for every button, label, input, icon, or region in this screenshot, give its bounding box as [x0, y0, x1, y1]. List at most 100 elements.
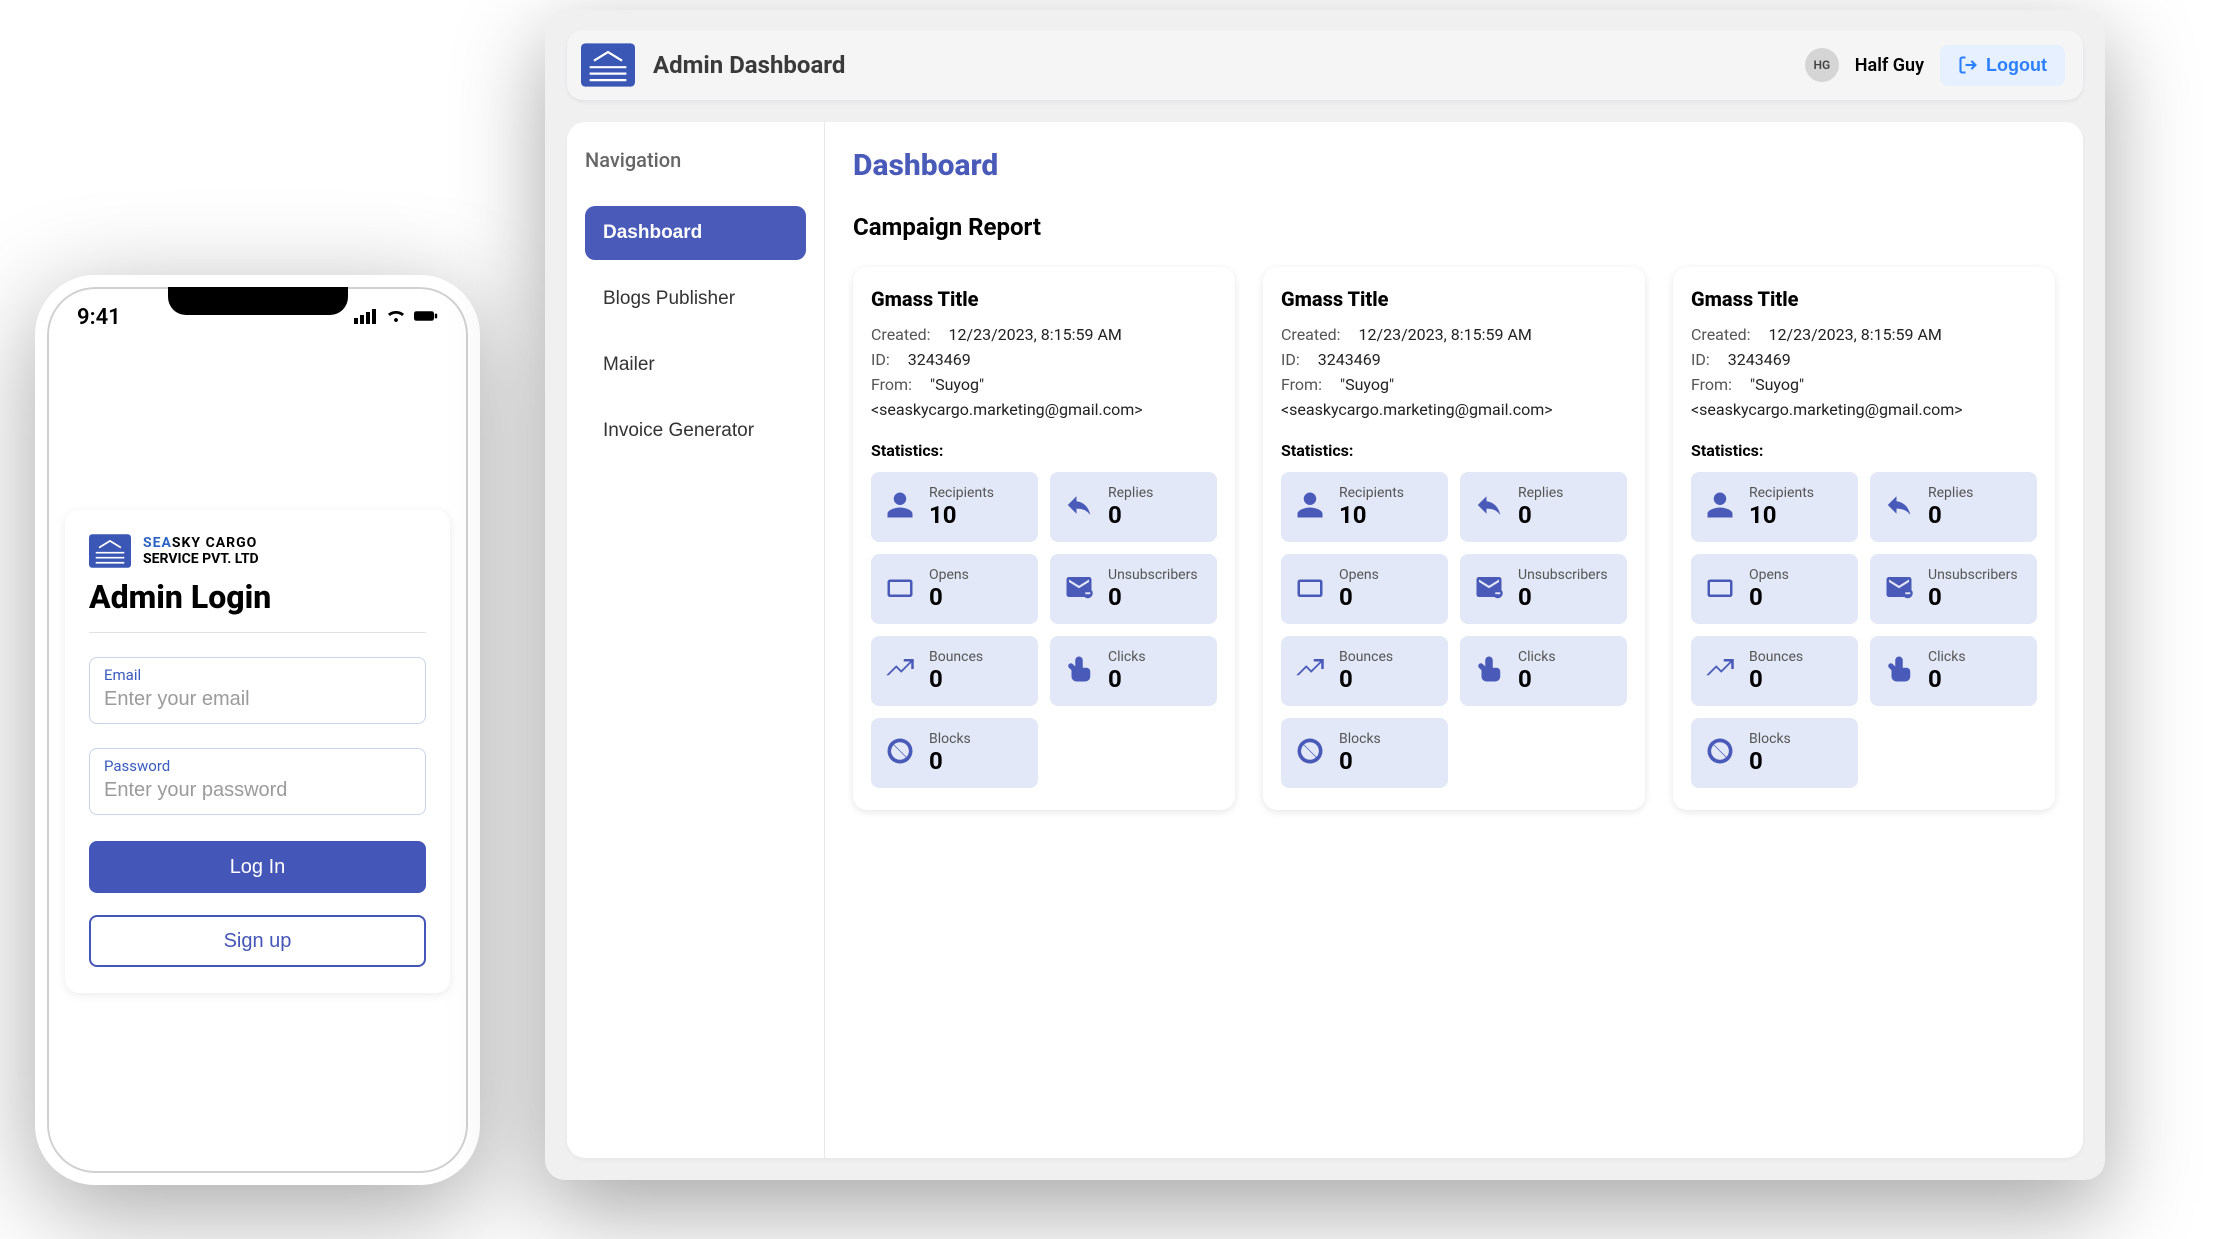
- blocks-value: 0: [1749, 747, 1791, 775]
- brand-logo-block: SEASKY CARGO SERVICE PVT. LTD: [89, 534, 426, 568]
- bounces-value: 0: [1749, 665, 1803, 693]
- created-value: 12/23/2023, 8:15:59 AM: [949, 325, 1122, 344]
- created-label: Created:: [1281, 325, 1341, 344]
- blocks-value: 0: [1339, 747, 1381, 775]
- signup-button[interactable]: Sign up: [89, 915, 426, 967]
- clicks-icon: [1474, 654, 1504, 688]
- id-label: ID:: [1281, 350, 1300, 369]
- logout-icon: [1958, 55, 1978, 75]
- stat-replies: Replies 0: [1050, 472, 1217, 542]
- opens-icon: [1295, 572, 1325, 606]
- replies-label: Replies: [1518, 485, 1563, 501]
- bounces-value: 0: [929, 665, 983, 693]
- clicks-icon: [1884, 654, 1914, 688]
- blocks-icon: [1295, 736, 1325, 770]
- replies-value: 0: [1108, 501, 1153, 529]
- campaign-card: Gmass Title Created:12/23/2023, 8:15:59 …: [1673, 267, 2055, 810]
- unsub-value: 0: [1928, 583, 2018, 611]
- logout-button[interactable]: Logout: [1940, 45, 2065, 86]
- stat-opens: Opens 0: [1281, 554, 1448, 624]
- stat-recipients: Recipients 10: [1281, 472, 1448, 542]
- password-field-wrap[interactable]: Password: [89, 748, 426, 815]
- unsub-value: 0: [1518, 583, 1608, 611]
- stat-opens: Opens 0: [1691, 554, 1858, 624]
- replies-value: 0: [1928, 501, 1973, 529]
- blocks-value: 0: [929, 747, 971, 775]
- page-title: Dashboard: [853, 148, 2055, 183]
- login-title: Admin Login: [89, 578, 426, 633]
- stat-unsub: Unsubscribers 0: [1050, 554, 1217, 624]
- opens-icon: [1705, 572, 1735, 606]
- sidebar-title: Navigation: [585, 148, 806, 172]
- stat-clicks: Clicks 0: [1870, 636, 2037, 706]
- unsub-icon: [1064, 572, 1094, 606]
- stat-replies: Replies 0: [1870, 472, 2037, 542]
- brand-line1b: SKY CARGO: [172, 535, 257, 551]
- login-button[interactable]: Log In: [89, 841, 426, 893]
- opens-value: 0: [929, 583, 969, 611]
- bounces-icon: [1705, 654, 1735, 688]
- recipients-label: Recipients: [1339, 485, 1404, 501]
- replies-label: Replies: [1108, 485, 1153, 501]
- from-email: <seaskycargo.marketing@gmail.com>: [1691, 400, 2037, 419]
- stat-unsub: Unsubscribers 0: [1870, 554, 2037, 624]
- bounces-icon: [1295, 654, 1325, 688]
- unsub-icon: [1474, 572, 1504, 606]
- opens-label: Opens: [929, 567, 969, 583]
- recipients-value: 10: [929, 501, 994, 529]
- sidebar: Navigation Dashboard Blogs Publisher Mai…: [567, 122, 825, 1158]
- opens-label: Opens: [1749, 567, 1789, 583]
- stat-bounces: Bounces 0: [1281, 636, 1448, 706]
- blocks-label: Blocks: [1749, 731, 1791, 747]
- from-value: "Suyog": [1750, 375, 1804, 394]
- brand-line2: SERVICE PVT. LTD: [143, 551, 259, 567]
- recipients-label: Recipients: [1749, 485, 1814, 501]
- avatar[interactable]: HG: [1805, 48, 1839, 82]
- clicks-label: Clicks: [1108, 649, 1146, 665]
- clicks-value: 0: [1928, 665, 1966, 693]
- desktop-window: Admin Dashboard HG Half Guy Logout Navig…: [545, 10, 2105, 1180]
- campaign-card: Gmass Title Created:12/23/2023, 8:15:59 …: [853, 267, 1235, 810]
- id-label: ID:: [1691, 350, 1710, 369]
- recipients-icon: [1705, 490, 1735, 524]
- stats-title: Statistics:: [1691, 441, 2037, 460]
- user-name: Half Guy: [1855, 55, 1924, 76]
- sidebar-item-invoice-generator[interactable]: Invoice Generator: [585, 404, 806, 458]
- phone-mockup: 9:41 SEASKY: [35, 275, 480, 1185]
- email-input[interactable]: [104, 688, 411, 711]
- id-value: 3243469: [1318, 350, 1381, 369]
- password-input[interactable]: [104, 779, 411, 802]
- clicks-label: Clicks: [1928, 649, 1966, 665]
- card-title: Gmass Title: [1691, 287, 2037, 311]
- sidebar-item-dashboard[interactable]: Dashboard: [585, 206, 806, 260]
- password-label: Password: [104, 757, 411, 775]
- recipients-icon: [885, 490, 915, 524]
- sidebar-item-mailer[interactable]: Mailer: [585, 338, 806, 392]
- email-label: Email: [104, 666, 411, 684]
- stat-clicks: Clicks 0: [1460, 636, 1627, 706]
- blocks-label: Blocks: [1339, 731, 1381, 747]
- unsub-label: Unsubscribers: [1108, 567, 1198, 583]
- stats-title: Statistics:: [1281, 441, 1627, 460]
- blocks-label: Blocks: [929, 731, 971, 747]
- from-value: "Suyog": [1340, 375, 1394, 394]
- from-email: <seaskycargo.marketing@gmail.com>: [871, 400, 1217, 419]
- recipients-value: 10: [1749, 501, 1814, 529]
- from-value: "Suyog": [930, 375, 984, 394]
- replies-icon: [1884, 490, 1914, 524]
- stat-clicks: Clicks 0: [1050, 636, 1217, 706]
- sidebar-item-blogs-publisher[interactable]: Blogs Publisher: [585, 272, 806, 326]
- signal-icon: [354, 305, 378, 330]
- bounces-label: Bounces: [1749, 649, 1803, 665]
- from-label: From:: [871, 375, 912, 394]
- stat-bounces: Bounces 0: [1691, 636, 1858, 706]
- bounces-label: Bounces: [929, 649, 983, 665]
- from-label: From:: [1281, 375, 1322, 394]
- login-card: SEASKY CARGO SERVICE PVT. LTD Admin Logi…: [65, 510, 450, 993]
- id-value: 3243469: [908, 350, 971, 369]
- id-label: ID:: [871, 350, 890, 369]
- brand-line1a: SEA: [143, 535, 172, 551]
- bounces-label: Bounces: [1339, 649, 1393, 665]
- email-field-wrap[interactable]: Email: [89, 657, 426, 724]
- recipients-label: Recipients: [929, 485, 994, 501]
